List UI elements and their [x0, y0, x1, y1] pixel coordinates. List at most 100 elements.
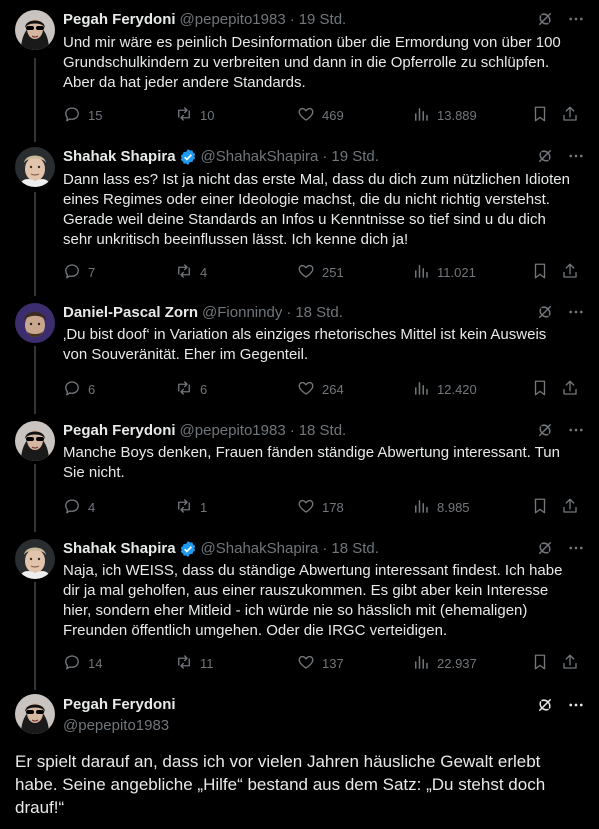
- separator-dot: ·: [322, 148, 328, 165]
- more-icon[interactable]: [567, 539, 585, 563]
- avatar[interactable]: [15, 694, 55, 734]
- avatar[interactable]: [15, 539, 55, 579]
- like-button[interactable]: 251: [297, 262, 344, 282]
- timestamp[interactable]: 18 Std.: [299, 421, 347, 441]
- separator-dot: ·: [289, 422, 295, 439]
- bookmark-button[interactable]: [531, 379, 556, 399]
- share-button[interactable]: [561, 262, 586, 282]
- author-name[interactable]: Pegah Ferydoni: [63, 10, 176, 30]
- more-icon[interactable]: [567, 421, 585, 445]
- repost-button[interactable]: 4: [175, 262, 207, 282]
- avatar[interactable]: [15, 147, 55, 187]
- timestamp[interactable]: 18 Std.: [331, 539, 379, 559]
- tweet-header: Shahak Shapira @ShahakShapira · 18 Std.: [63, 539, 585, 559]
- repost-count: 6: [200, 381, 208, 397]
- tweet-text-line: Aber da hat jeder andere Standards.: [63, 74, 306, 91]
- timestamp[interactable]: 19 Std.: [299, 10, 347, 30]
- grok-icon[interactable]: [536, 539, 554, 563]
- reply-icon: [63, 653, 88, 674]
- tweet-header: Pegah Ferydoni @pepepito1983 · 18 Std.: [63, 421, 585, 441]
- author-handle[interactable]: @ShahakShapira: [201, 539, 319, 559]
- bookmark-icon: [531, 379, 556, 400]
- heart-icon: [297, 379, 322, 400]
- bookmark-button[interactable]: [531, 497, 556, 517]
- views-count: 22.937: [437, 655, 477, 671]
- tweet-text-line: sehr unkritisch beeinflussen lässt. Ich …: [63, 231, 409, 248]
- like-button[interactable]: 178: [297, 497, 344, 517]
- main-tweet-text: Er spielt darauf an, dass ich vor vielen…: [15, 752, 546, 817]
- author-handle[interactable]: @pepepito1983: [180, 421, 286, 441]
- tweet-text: Manche Boys denken, Frauen fänden ständi…: [63, 443, 588, 483]
- grok-icon[interactable]: [536, 696, 554, 719]
- like-count: 178: [322, 499, 344, 515]
- repost-count: 11: [200, 655, 214, 671]
- views-count: 11.021: [437, 264, 476, 280]
- heart-icon: [297, 653, 322, 674]
- views-icon: [412, 105, 437, 126]
- views-button[interactable]: 13.889: [412, 105, 477, 125]
- bookmark-button[interactable]: [531, 653, 556, 673]
- separator-dot: ·: [322, 540, 328, 557]
- share-button[interactable]: [561, 653, 586, 673]
- reply-button[interactable]: 6: [63, 379, 95, 399]
- share-button[interactable]: [561, 379, 586, 399]
- views-button[interactable]: 22.937: [412, 653, 477, 673]
- share-icon: [561, 105, 586, 126]
- timestamp[interactable]: 19 Std.: [331, 147, 379, 167]
- timestamp[interactable]: 18 Std.: [295, 303, 343, 323]
- main-author-name[interactable]: Pegah Ferydoni: [63, 695, 176, 715]
- avatar[interactable]: [15, 421, 55, 461]
- views-count: 12.420: [437, 381, 477, 397]
- views-icon: [412, 262, 437, 283]
- grok-icon[interactable]: [536, 10, 554, 34]
- like-button[interactable]: 264: [297, 379, 344, 399]
- grok-icon[interactable]: [536, 303, 554, 327]
- share-button[interactable]: [561, 497, 586, 517]
- reply-icon: [63, 497, 88, 518]
- repost-button[interactable]: 1: [175, 497, 207, 517]
- like-button[interactable]: 469: [297, 105, 344, 125]
- author-name[interactable]: Shahak Shapira: [63, 147, 176, 167]
- more-icon[interactable]: [567, 147, 585, 171]
- more-icon[interactable]: [567, 696, 585, 719]
- repost-button[interactable]: 6: [175, 379, 207, 399]
- tweet-text-line: Naja, ich WEISS, dass du ständige Abwert…: [63, 562, 563, 579]
- author-name[interactable]: Pegah Ferydoni: [63, 421, 176, 441]
- reply-icon: [63, 262, 88, 283]
- reply-button[interactable]: 7: [63, 262, 95, 282]
- main-header-icons: [536, 696, 585, 719]
- views-icon: [412, 653, 437, 674]
- views-count: 13.889: [437, 107, 477, 123]
- like-count: 264: [322, 381, 344, 397]
- action-bar: 15 10 469 13.889: [63, 105, 583, 125]
- avatar[interactable]: [15, 10, 55, 50]
- repost-button[interactable]: 11: [175, 653, 214, 673]
- views-button[interactable]: 8.985: [412, 497, 470, 517]
- repost-button[interactable]: 10: [175, 105, 214, 125]
- author-handle[interactable]: @Fionnindy: [202, 303, 282, 323]
- author-handle[interactable]: @pepepito1983: [180, 10, 286, 30]
- tweet-text-line: Dann lass es? Ist ja nicht das erste Mal…: [63, 171, 570, 188]
- more-icon[interactable]: [567, 10, 585, 34]
- action-bar: 4 1 178 8.985: [63, 497, 583, 517]
- tweet-text-line: Sie nicht.: [63, 464, 125, 481]
- share-button[interactable]: [561, 105, 586, 125]
- reply-button[interactable]: 14: [63, 653, 102, 673]
- header-icons: [536, 147, 585, 171]
- avatar[interactable]: [15, 303, 55, 343]
- author-handle[interactable]: @ShahakShapira: [201, 147, 319, 167]
- main-author-handle[interactable]: @pepepito1983: [63, 716, 169, 736]
- views-button[interactable]: 12.420: [412, 379, 477, 399]
- bookmark-icon: [531, 653, 556, 674]
- author-name[interactable]: Shahak Shapira: [63, 539, 176, 559]
- grok-icon[interactable]: [536, 421, 554, 445]
- views-button[interactable]: 11.021: [412, 262, 476, 282]
- reply-button[interactable]: 4: [63, 497, 95, 517]
- more-icon[interactable]: [567, 303, 585, 327]
- bookmark-button[interactable]: [531, 105, 556, 125]
- grok-icon[interactable]: [536, 147, 554, 171]
- reply-button[interactable]: 15: [63, 105, 102, 125]
- like-button[interactable]: 137: [297, 653, 344, 673]
- author-name[interactable]: Daniel-Pascal Zorn: [63, 303, 198, 323]
- bookmark-button[interactable]: [531, 262, 556, 282]
